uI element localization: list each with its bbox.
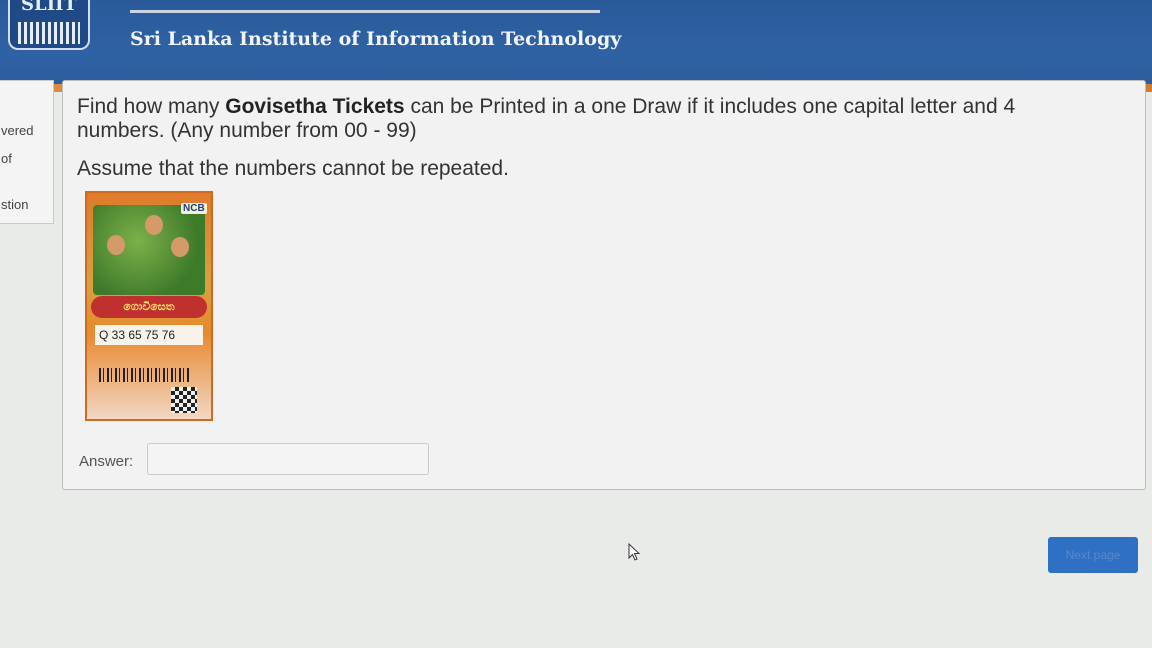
institute-name: Sri Lanka Institute of Information Techn… [130,28,622,50]
question-line-3: Assume that the numbers cannot be repeat… [77,157,509,180]
next-page-button[interactable]: Next page [1048,537,1138,573]
question-bold-text: Govisetha Tickets [225,95,405,118]
ticket-image: NCB ගොවිසෙත Q 33 65 75 76 [85,191,213,421]
qr-code-icon [171,387,197,413]
ticket-artwork [93,205,205,295]
sliit-logo[interactable]: SLIIT [8,0,90,50]
sidebar-label: stion [1,197,29,212]
ncb-logo: NCB [181,203,207,214]
logo-text: SLIIT [21,0,77,15]
ticket-figure [171,237,189,257]
question-box: Find how many Govisetha Tickets can be P… [62,80,1146,490]
question-text: Find how many [77,95,226,118]
ticket-figure [145,215,163,235]
answer-input[interactable] [147,443,429,475]
answer-label: Answer: [79,453,134,470]
ticket-figure [107,235,125,255]
barcode-icon [99,368,189,382]
mouse-cursor-icon [628,543,640,561]
header-banner: SLIIT Sri Lanka Institute of Information… [0,0,1152,92]
question-line-1: Find how many Govisetha Tickets can be P… [77,95,1015,118]
ticket-numbers: Q 33 65 75 76 [95,325,203,345]
ticket-title: ගොවිසෙත [91,296,207,318]
question-text: can be Printed in a one Draw if it inclu… [404,95,1016,118]
header-rule [130,10,600,13]
quiz-navigation-sidebar: vered of stion [0,80,54,224]
logo-grid-icon [18,22,80,44]
sidebar-label: of [1,151,12,166]
sidebar-label: vered [1,123,34,138]
question-line-2: numbers. (Any number from 00 - 99) [77,119,417,142]
